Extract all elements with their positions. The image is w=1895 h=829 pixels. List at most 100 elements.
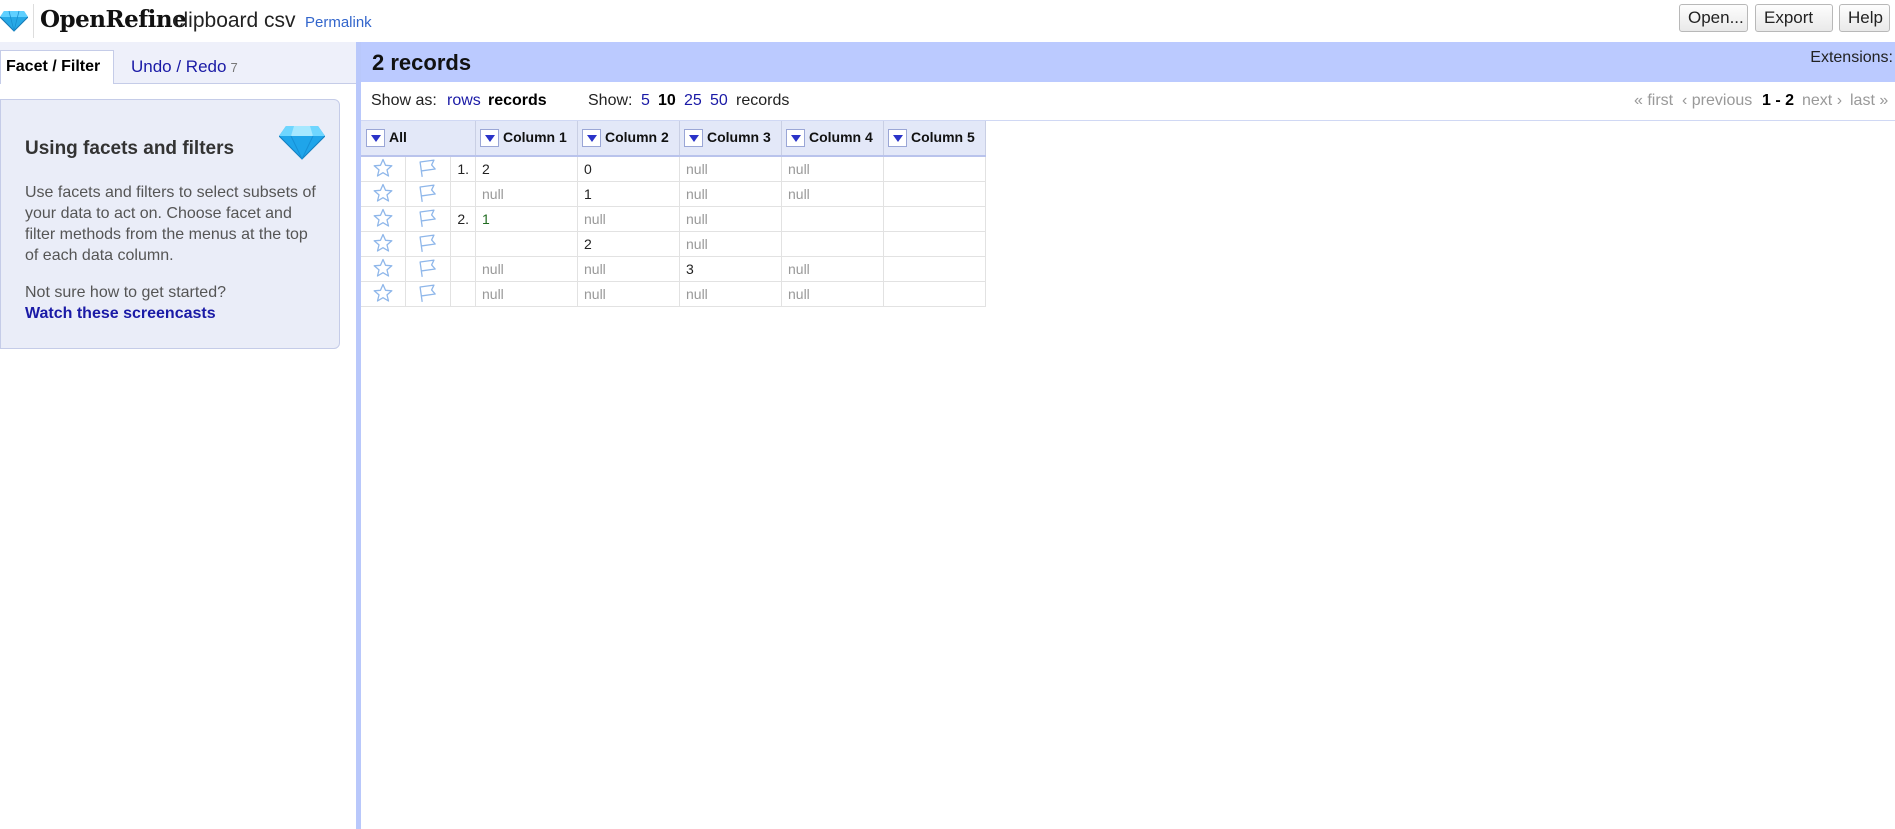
- show-as-rows-link[interactable]: rows: [447, 92, 481, 110]
- record-index: 2.: [450, 206, 476, 232]
- undo-count: 7: [230, 60, 238, 75]
- star-icon[interactable]: [373, 233, 393, 256]
- flag-icon[interactable]: [418, 158, 438, 181]
- left-panel: Facet / Filter Undo / Redo 7 Using facets…: [0, 42, 356, 829]
- column-header-4[interactable]: Column 4: [781, 121, 884, 157]
- data-cell[interactable]: [883, 206, 986, 232]
- data-cell[interactable]: null: [679, 181, 782, 207]
- column-header-5[interactable]: Column 5: [883, 121, 986, 157]
- data-cell[interactable]: null: [577, 256, 680, 282]
- star-icon[interactable]: [373, 283, 393, 306]
- column-header-1[interactable]: Column 1: [475, 121, 578, 157]
- data-cell[interactable]: null: [577, 206, 680, 232]
- page-size-50[interactable]: 50: [710, 92, 728, 110]
- column-header-2[interactable]: Column 2: [577, 121, 680, 157]
- openrefine-logo-icon[interactable]: [0, 10, 28, 32]
- export-button-label: Export: [1764, 8, 1814, 27]
- pager-first[interactable]: « first: [1634, 92, 1673, 110]
- data-cell[interactable]: 0: [577, 156, 680, 182]
- flag-icon[interactable]: [418, 208, 438, 231]
- data-cell[interactable]: null: [475, 181, 578, 207]
- data-cell[interactable]: null: [781, 256, 884, 282]
- dropdown-arrow-icon[interactable]: [888, 129, 907, 148]
- data-cell[interactable]: null: [679, 206, 782, 232]
- facet-help-box: Using facets and filters Use facets and …: [0, 99, 340, 349]
- app-name[interactable]: OpenRefine: [40, 6, 187, 33]
- header-row: All Column 1 Column 2 Column 3 Column 4 …: [361, 121, 986, 157]
- data-cell[interactable]: null: [577, 281, 680, 307]
- data-cell[interactable]: null: [679, 281, 782, 307]
- table-row: 1. 2 0 null null: [361, 156, 986, 182]
- view-controls-bar: Show as: rows records Show: 5 10 25 50 r…: [361, 82, 1895, 121]
- record-index: [450, 256, 476, 282]
- flag-icon[interactable]: [418, 233, 438, 256]
- dropdown-arrow-icon[interactable]: [684, 129, 703, 148]
- data-cell[interactable]: null: [781, 281, 884, 307]
- data-cell[interactable]: [475, 231, 578, 257]
- page-size-25[interactable]: 25: [684, 92, 702, 110]
- data-cell[interactable]: [883, 231, 986, 257]
- column-4-label: Column 4: [809, 128, 873, 145]
- star-icon[interactable]: [373, 258, 393, 281]
- left-panel-tabs: Facet / Filter Undo / Redo 7: [0, 42, 356, 84]
- export-button[interactable]: Export: [1755, 4, 1833, 48]
- star-icon[interactable]: [373, 183, 393, 206]
- column-header-3[interactable]: Column 3: [679, 121, 782, 157]
- data-cell[interactable]: [883, 181, 986, 207]
- dropdown-arrow-icon[interactable]: [480, 129, 499, 148]
- flag-cell: [405, 281, 451, 307]
- column-header-all[interactable]: All: [361, 121, 476, 157]
- help-button[interactable]: Help: [1839, 4, 1890, 32]
- project-name[interactable]: clipboard csv: [173, 9, 296, 33]
- data-cell[interactable]: [781, 231, 884, 257]
- data-cell[interactable]: null: [475, 256, 578, 282]
- table-body: 1. 2 0 null null null 1 null null 2. 1 null null 2 nul…: [361, 156, 986, 307]
- help-button-label: Help: [1848, 8, 1883, 27]
- summary-bar: 2 records Extensions:: [361, 42, 1895, 82]
- star-cell: [361, 181, 406, 207]
- star-icon[interactable]: [373, 208, 393, 231]
- pager-previous[interactable]: ‹ previous: [1682, 92, 1752, 110]
- data-cell[interactable]: 1: [475, 206, 578, 232]
- data-cell[interactable]: [883, 256, 986, 282]
- pager-last[interactable]: last »: [1850, 92, 1888, 110]
- data-cell[interactable]: null: [475, 281, 578, 307]
- flag-icon[interactable]: [418, 283, 438, 306]
- flag-icon[interactable]: [418, 183, 438, 206]
- page-size-5[interactable]: 5: [641, 92, 650, 110]
- data-cell[interactable]: 2: [475, 156, 578, 182]
- data-cell[interactable]: [883, 156, 986, 182]
- data-cell[interactable]: null: [679, 231, 782, 257]
- flag-icon[interactable]: [418, 258, 438, 281]
- data-cell[interactable]: null: [679, 156, 782, 182]
- flag-cell: [405, 256, 451, 282]
- star-cell: [361, 206, 406, 232]
- permalink-link[interactable]: Permalink: [305, 14, 372, 31]
- record-index: 1.: [450, 156, 476, 182]
- extensions-menu[interactable]: Extensions:: [1810, 49, 1893, 67]
- dropdown-arrow-icon[interactable]: [582, 129, 601, 148]
- data-cell[interactable]: null: [781, 156, 884, 182]
- screencasts-link[interactable]: Watch these screencasts: [25, 305, 216, 323]
- dropdown-arrow-icon[interactable]: [366, 129, 385, 148]
- show-as-label: Show as:: [371, 92, 437, 109]
- data-table: All Column 1 Column 2 Column 3 Column 4 …: [361, 121, 986, 307]
- data-cell[interactable]: 3: [679, 256, 782, 282]
- dropdown-arrow-icon[interactable]: [786, 129, 805, 148]
- star-icon[interactable]: [373, 158, 393, 181]
- data-cell[interactable]: null: [781, 181, 884, 207]
- tab-facet-filter[interactable]: Facet / Filter: [0, 50, 114, 84]
- pager-next[interactable]: next ›: [1802, 92, 1842, 110]
- column-1-label: Column 1: [503, 128, 567, 145]
- data-cell[interactable]: 1: [577, 181, 680, 207]
- data-view-panel: 2 records Extensions: Show as: rows reco…: [361, 42, 1895, 829]
- column-5-label: Column 5: [911, 128, 975, 145]
- help-question: Not sure how to get started?: [25, 284, 226, 301]
- data-cell[interactable]: [781, 206, 884, 232]
- open-button[interactable]: Open...: [1679, 4, 1748, 32]
- tab-undo-redo[interactable]: Undo / Redo 7: [131, 57, 238, 77]
- data-cell[interactable]: [883, 281, 986, 307]
- page-size-10-selected: 10: [658, 92, 676, 109]
- tab-undo-redo-label: Undo / Redo: [131, 57, 227, 76]
- data-cell[interactable]: 2: [577, 231, 680, 257]
